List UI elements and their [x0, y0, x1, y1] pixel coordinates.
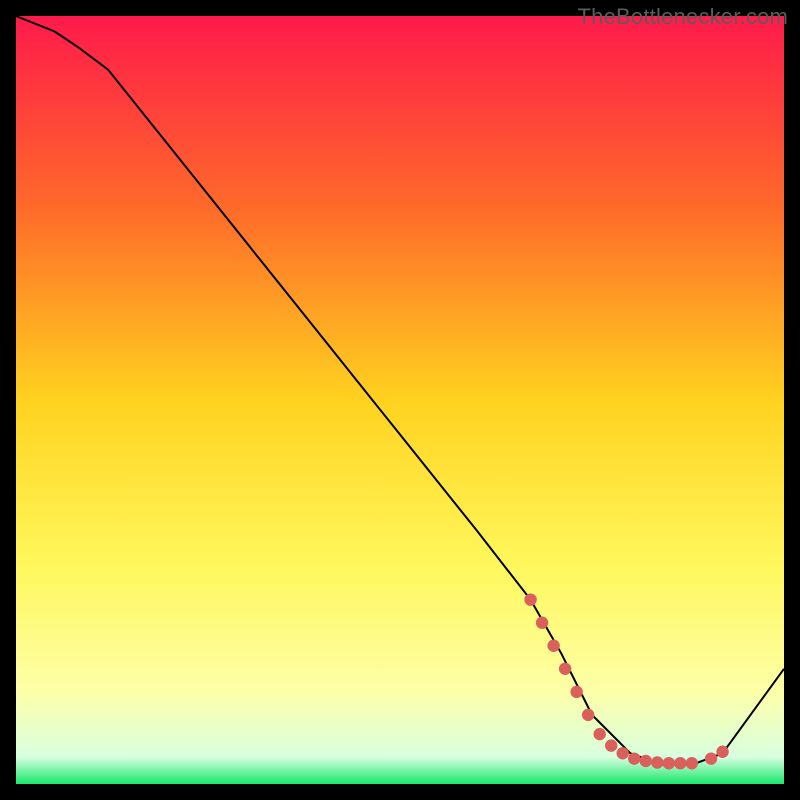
marker-dot	[582, 709, 594, 721]
marker-dot	[640, 755, 652, 767]
marker-dot	[605, 739, 617, 751]
marker-dot	[570, 686, 582, 698]
watermark-text: TheBottlenecker.com	[578, 4, 788, 30]
marker-dot	[674, 757, 686, 769]
marker-dot	[559, 663, 571, 675]
marker-dot	[716, 746, 728, 758]
plot-area	[16, 16, 784, 784]
chart-svg	[16, 16, 784, 784]
marker-dot	[617, 747, 629, 759]
chart-container: TheBottlenecker.com	[0, 0, 800, 800]
marker-dot	[593, 728, 605, 740]
marker-dot	[547, 640, 559, 652]
marker-dot	[663, 757, 675, 769]
marker-dot	[651, 756, 663, 768]
marker-dot	[628, 752, 640, 764]
gradient-background	[16, 16, 784, 784]
marker-dot	[705, 752, 717, 764]
marker-dot	[536, 617, 548, 629]
marker-dot	[686, 757, 698, 769]
marker-dot	[524, 593, 536, 605]
